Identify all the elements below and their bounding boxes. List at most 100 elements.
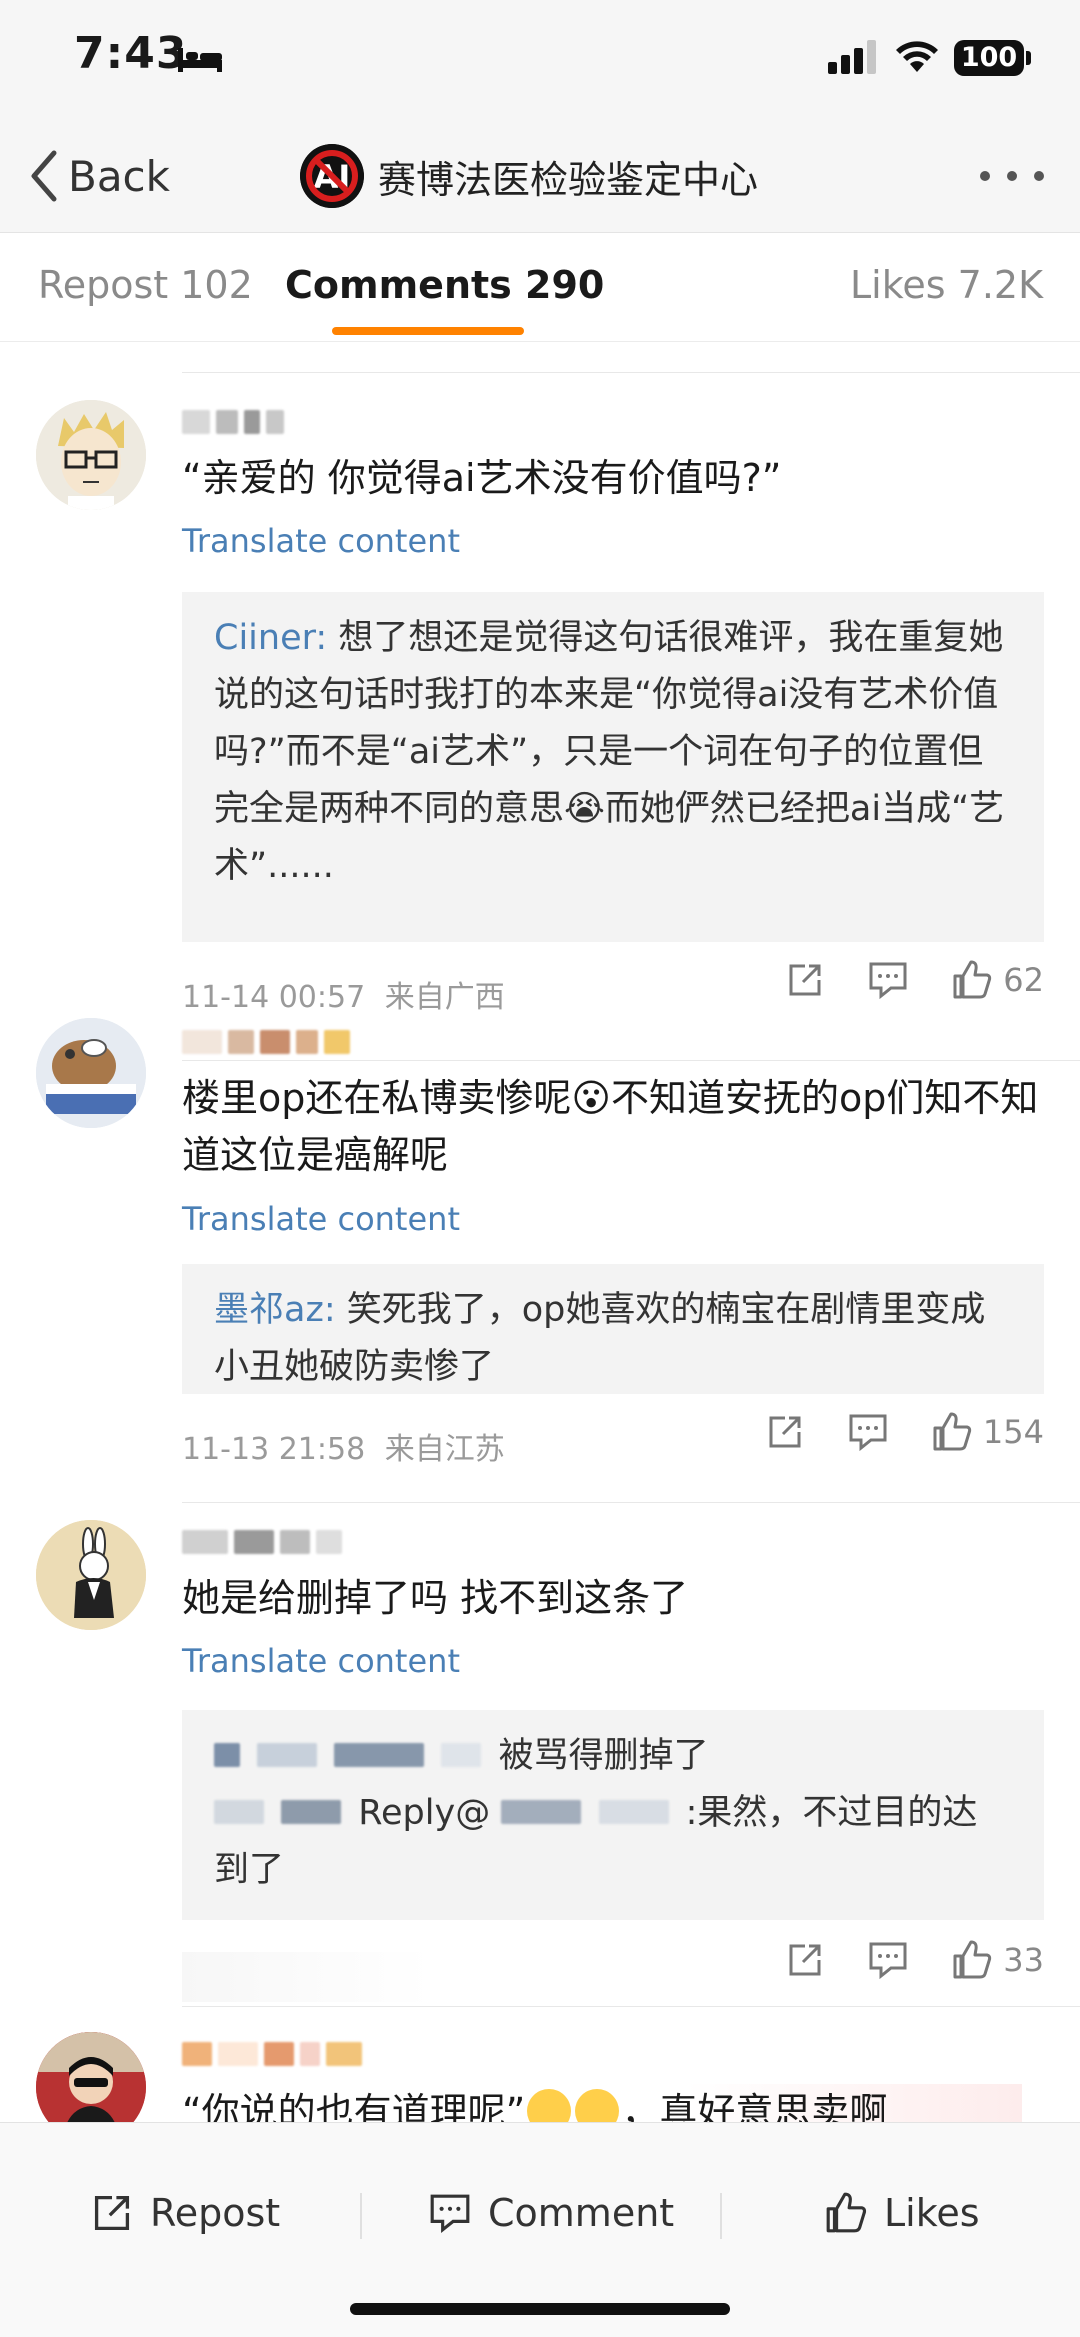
blur-block: [281, 1800, 342, 1824]
reply-button[interactable]: [867, 960, 909, 1000]
divider: [720, 2193, 722, 2239]
reply-text: 想了想还是觉得这句话很难评，我在重复她说的这句话时我打的本来是“你觉得ai没有艺…: [214, 618, 1005, 886]
comment-label: Comment: [488, 2191, 675, 2235]
reply-button[interactable]: [867, 1940, 909, 1980]
comment-text: 楼里op还在私博卖惨呢😮不知道安抚的op们知不知道这位是癌解呢: [182, 1076, 1039, 1177]
reply-author[interactable]: 墨祁az:: [214, 1290, 336, 1330]
avatar[interactable]: [36, 1520, 146, 1630]
comment-meta-obscured: [182, 1952, 432, 2002]
comment-icon: [869, 962, 907, 1000]
likes-button[interactable]: Likes: [824, 2183, 980, 2243]
more-dot: [980, 171, 990, 181]
blur-block: [182, 410, 210, 434]
username-obscured[interactable]: [182, 402, 290, 442]
comment-time: 11-13 21:58: [182, 1432, 366, 1467]
comment-time: 11-14 00:57: [182, 980, 366, 1015]
blur-block: [280, 1530, 310, 1554]
blur-block: [296, 1030, 318, 1054]
avatar-image: [36, 1520, 146, 1630]
blur-block: [218, 2042, 258, 2066]
reply-mention[interactable]: Reply@: [358, 1793, 490, 1833]
active-tab-indicator: [332, 327, 524, 335]
home-indicator[interactable]: [350, 2303, 730, 2315]
account-avatar[interactable]: AI: [300, 144, 364, 208]
avatar[interactable]: [36, 1018, 146, 1128]
thumbs-up-icon: [953, 960, 992, 999]
blur-block: [441, 1743, 482, 1767]
more-options-button[interactable]: [980, 166, 1044, 186]
blur-block: [216, 410, 238, 434]
more-dot: [1034, 171, 1044, 181]
reply-author[interactable]: Ciiner:: [214, 618, 327, 658]
avatar[interactable]: [36, 400, 146, 510]
reply-line: 被骂得删掉了: [214, 1728, 1012, 1785]
share-icon: [769, 1416, 801, 1448]
repost-button[interactable]: Repost: [90, 2183, 280, 2243]
like-count: 154: [982, 1413, 1044, 1451]
comment-icon: [869, 1942, 907, 1980]
comment-text-part: ，真好意思卖啊: [621, 2090, 888, 2122]
like-button[interactable]: 62: [951, 960, 1044, 1000]
smile-emoji-icon: [575, 2089, 620, 2122]
username-obscured[interactable]: [182, 2034, 368, 2074]
blur-block: [234, 1530, 274, 1554]
reply-button[interactable]: [847, 1412, 889, 1452]
divider: [182, 372, 1080, 373]
tab-likes[interactable]: Likes 7.2K: [850, 263, 1043, 307]
divider: [182, 1502, 1080, 1503]
sleep-focus-icon: [178, 48, 222, 72]
blur-block: [214, 1800, 264, 1824]
share-button[interactable]: [785, 960, 825, 1000]
blur-block: [257, 1743, 318, 1767]
blur-block: [264, 2042, 294, 2066]
blur-block: [316, 1530, 342, 1554]
share-button[interactable]: [765, 1412, 805, 1452]
back-button[interactable]: Back: [30, 144, 170, 208]
comment-location: 来自广西: [384, 980, 505, 1015]
share-icon: [789, 964, 821, 996]
like-button[interactable]: 154: [931, 1412, 1044, 1452]
comment-text-part: “你说的也有道理呢”: [182, 2090, 526, 2122]
bottom-action-bar: Repost Comment Likes: [0, 2122, 1080, 2337]
chevron-left-icon: [31, 150, 57, 202]
username-obscured[interactable]: [182, 1522, 348, 1562]
page-title: 赛博法医检验鉴定中心: [378, 157, 759, 202]
reply-preview[interactable]: 被骂得删掉了 Reply@ :果然，不过目的达到了: [182, 1710, 1044, 1920]
comment-meta: 11-13 21:58 来自江苏: [182, 1424, 505, 1468]
avatar-image: [36, 400, 146, 510]
repost-label: Repost: [150, 2191, 281, 2235]
blur-block: [501, 1800, 582, 1824]
blur-block: [214, 1743, 240, 1767]
comment-text: “亲爱的 你觉得ai艺术没有价值吗?”: [182, 456, 782, 500]
translate-link[interactable]: Translate content: [182, 1642, 460, 1680]
reply-preview[interactable]: Ciiner: 想了想还是觉得这句话很难评，我在重复她说的这句话时我打的本来是“…: [182, 592, 1044, 942]
translate-link[interactable]: Translate content: [182, 522, 460, 560]
share-button[interactable]: [785, 1940, 825, 1980]
thumbs-up-icon: [953, 1940, 992, 1979]
account-title[interactable]: AI 赛博法医检验鉴定中心: [300, 138, 758, 214]
comment-button[interactable]: Comment: [428, 2183, 674, 2243]
blur-block: [266, 410, 284, 434]
avatar[interactable]: [36, 2032, 146, 2122]
username-obscured[interactable]: [182, 1022, 356, 1062]
reply-preview[interactable]: 墨祁az: 笑死我了，op她喜欢的楠宝在剧情里变成小丑她破防卖惨了: [182, 1264, 1044, 1394]
like-count: 33: [1003, 1941, 1044, 1979]
comments-list[interactable]: “亲爱的 你觉得ai艺术没有价值吗?” Translate content Ci…: [0, 342, 1080, 2122]
smile-emoji-icon: [527, 2089, 572, 2122]
share-icon: [94, 2195, 130, 2231]
blur-block: [260, 1030, 290, 1054]
more-dot: [1007, 171, 1017, 181]
blur-block: [182, 2042, 212, 2066]
no-ai-logo-icon: AI: [300, 144, 364, 208]
comment-location: 来自江苏: [384, 1432, 505, 1467]
nav-bar: Back AI 赛博法医检验鉴定中心: [0, 120, 1080, 232]
blur-block: [324, 1030, 350, 1054]
tab-comments[interactable]: Comments 290: [285, 263, 604, 307]
comment-actions: 33: [743, 1940, 1044, 1980]
translate-link[interactable]: Translate content: [182, 1200, 460, 1238]
tab-repost[interactable]: Repost 102: [38, 263, 253, 307]
blur-block: [182, 1030, 222, 1054]
divider: [360, 2193, 362, 2239]
like-button[interactable]: 33: [951, 1940, 1044, 1980]
back-label: Back: [68, 151, 170, 201]
